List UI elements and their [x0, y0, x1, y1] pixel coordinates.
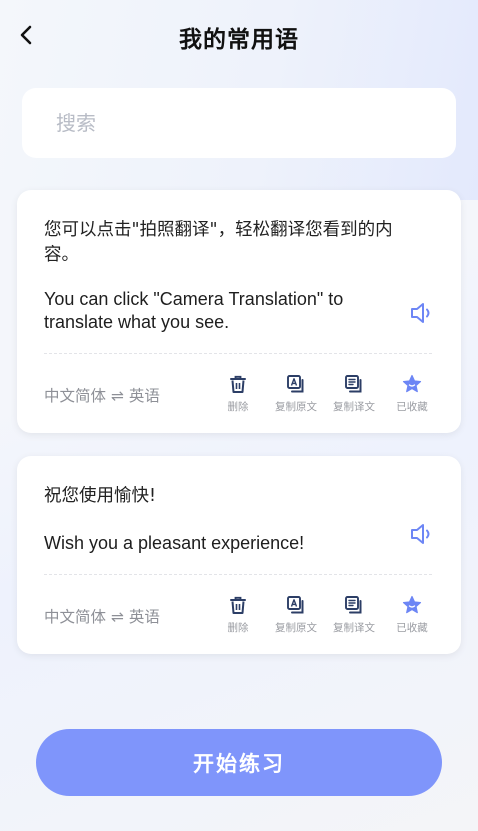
delete-button[interactable]: 删除: [209, 373, 267, 414]
copy-source-label: 复制原文: [275, 401, 317, 413]
translation-text: You can click "Camera Translation" to tr…: [44, 289, 344, 332]
copy-translation-icon: [345, 375, 362, 393]
copy-translation-button[interactable]: 复制译文: [325, 373, 383, 414]
speaker-icon[interactable]: [409, 521, 435, 547]
card-actions: 删除 复制原文 复制译文 已收藏: [209, 373, 441, 414]
target-language: 英语: [128, 608, 160, 626]
divider: [44, 353, 432, 354]
copy-source-button[interactable]: 复制原文: [267, 594, 325, 635]
source-text: 祝您使用愉快!: [44, 486, 157, 506]
copy-source-icon: [287, 375, 304, 393]
search-bar[interactable]: [22, 88, 456, 158]
phrase-card[interactable]: 祝您使用愉快! Wish you a pleasant experience! …: [17, 456, 461, 654]
copy-translation-label: 复制译文: [333, 622, 375, 634]
copy-source-button[interactable]: 复制原文: [267, 373, 325, 414]
favorited-label: 已收藏: [396, 401, 428, 413]
copy-source-label: 复制原文: [275, 622, 317, 634]
swap-icon: ⇌: [110, 608, 124, 626]
source-language: 中文简体: [44, 608, 107, 626]
copy-translation-icon: [345, 596, 362, 614]
trash-icon: [230, 375, 246, 393]
copy-translation-label: 复制译文: [333, 401, 375, 413]
swap-icon: ⇌: [110, 387, 124, 405]
phrase-card[interactable]: 您可以点击"拍照翻译"，轻松翻译您看到的内容。 You can click "C…: [17, 190, 461, 433]
page-title: 我的常用语: [179, 27, 299, 53]
search-input[interactable]: [56, 111, 416, 135]
favorited-label: 已收藏: [396, 622, 428, 634]
favorite-button[interactable]: 已收藏: [383, 594, 441, 635]
speaker-icon[interactable]: [409, 300, 435, 326]
language-pair: 中文简体 ⇌ 英语: [44, 384, 160, 406]
source-text: 您可以点击"拍照翻译"，轻松翻译您看到的内容。: [44, 220, 393, 265]
source-language: 中文简体: [44, 387, 107, 405]
delete-button[interactable]: 删除: [209, 594, 267, 635]
trash-icon: [230, 596, 246, 614]
target-language: 英语: [128, 387, 160, 405]
card-actions: 删除 复制原文 复制译文 已收藏: [209, 594, 441, 635]
star-icon: [402, 595, 422, 614]
copy-translation-button[interactable]: 复制译文: [325, 594, 383, 635]
copy-source-icon: [287, 596, 304, 614]
translation-text: Wish you a pleasant experience!: [44, 533, 305, 553]
star-icon: [402, 374, 422, 393]
header: 我的常用语: [0, 0, 478, 72]
favorite-button[interactable]: 已收藏: [383, 373, 441, 414]
language-pair: 中文简体 ⇌ 英语: [44, 605, 160, 627]
start-practice-button[interactable]: 开始练习: [36, 729, 442, 796]
delete-label: 删除: [227, 622, 249, 634]
divider: [44, 574, 432, 575]
delete-label: 删除: [227, 401, 249, 413]
